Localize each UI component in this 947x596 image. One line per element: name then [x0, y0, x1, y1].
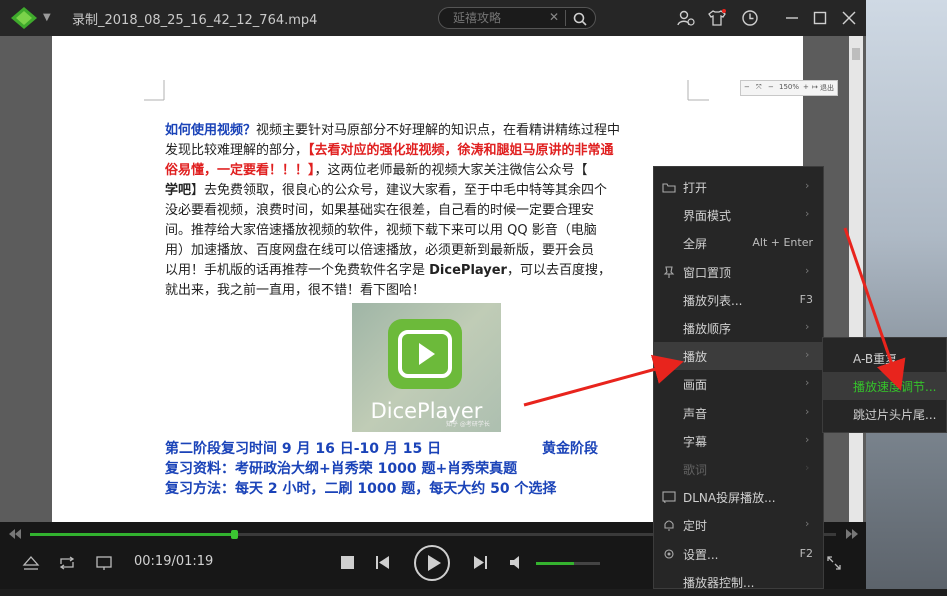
- annotation-arrow: [523, 354, 684, 407]
- annotation-arrows: [523, 227, 906, 407]
- annotation-arrow: [843, 227, 906, 391]
